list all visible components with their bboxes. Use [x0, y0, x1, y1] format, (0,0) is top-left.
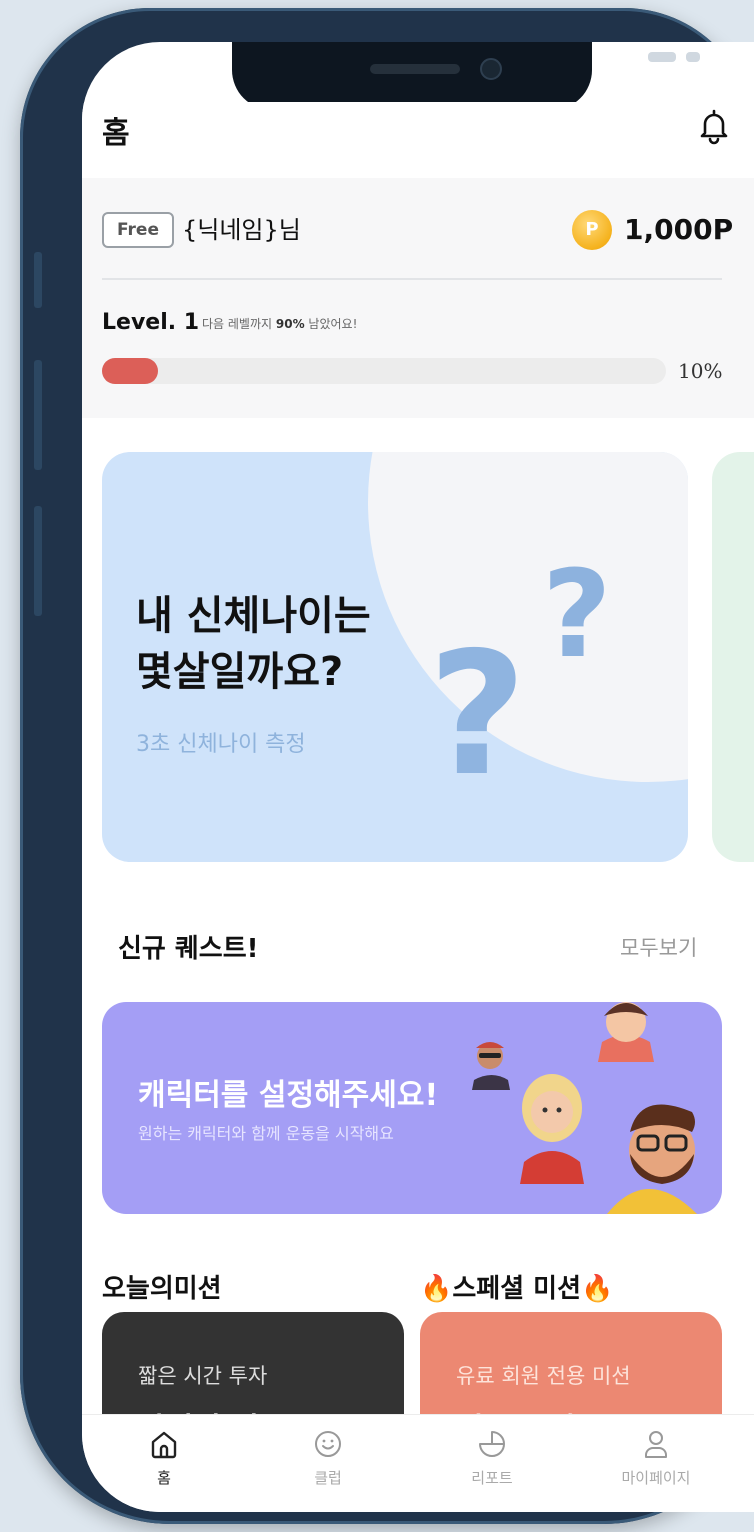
mission-subtitle: 짧은 시간 투자 — [138, 1364, 268, 1388]
mission-subtitle: 유료 회원 전용 미션 — [456, 1364, 631, 1388]
profile-panel: Free {닉네임}님 P 1,000P Level. 1 다음 레벨까지 90… — [82, 178, 754, 418]
mute-switch — [34, 252, 42, 308]
bell-icon[interactable] — [694, 106, 734, 146]
phone-frame: 홈 Free {닉네임}님 P 1,000P Level. 1 다음 레벨까지 … — [20, 8, 754, 1524]
body-age-banner[interactable]: ? ? 내 신체나이는 몇살일까요? 3초 신체나이 측정 — [102, 452, 688, 862]
next-banner-peek[interactable] — [712, 452, 754, 862]
level-progress-percent: 10% — [678, 359, 723, 383]
level-label: Level. 1 — [102, 310, 200, 335]
home-icon — [151, 1431, 177, 1459]
question-mark-small-icon: ? — [542, 546, 612, 685]
today-mission-title: 오늘의미션 — [102, 1274, 222, 1304]
divider — [102, 278, 722, 280]
point-balance[interactable]: 1,000P — [624, 210, 733, 250]
special-mission-title: 🔥스페셜 미션🔥 — [420, 1274, 614, 1304]
bottom-tab-bar: 홈 클럽 리포트 마이페이지 — [82, 1414, 754, 1512]
smile-icon — [315, 1431, 341, 1457]
coin-icon: P — [572, 210, 612, 250]
tab-label: 마이페이지 — [621, 1469, 691, 1487]
see-all-link[interactable]: 모두보기 — [620, 932, 697, 962]
avatar-icon — [607, 1104, 697, 1214]
app-header: 홈 — [82, 102, 754, 178]
tab-label: 리포트 — [471, 1469, 513, 1487]
pie-chart-icon — [479, 1431, 505, 1457]
status-bar-icons — [648, 52, 700, 62]
camera-notch — [232, 42, 592, 110]
avatar-icon — [520, 1074, 584, 1184]
tab-mypage[interactable]: 마이페이지 — [596, 1427, 716, 1488]
page-title: 홈 — [102, 116, 130, 151]
quest-title: 캐릭터를 설정해주세요! — [138, 1078, 439, 1113]
tab-label: 홈 — [157, 1469, 171, 1487]
level-message: 다음 레벨까지 90% 남았어요! — [202, 317, 358, 331]
quest-subtitle: 원하는 캐릭터와 함께 운동을 시작해요 — [138, 1124, 394, 1143]
level-progress-bar — [102, 358, 666, 384]
banner-subtitle: 3초 신체나이 측정 — [136, 732, 306, 757]
tab-report[interactable]: 리포트 — [432, 1427, 552, 1488]
tab-club[interactable]: 클럽 — [268, 1427, 388, 1488]
volume-up-button — [34, 360, 42, 470]
banner-background-shape — [368, 452, 688, 782]
avatar-icon — [472, 1042, 510, 1090]
quest-section-title: 신규 퀘스트! — [118, 934, 259, 964]
question-mark-large-icon: ? — [428, 616, 527, 814]
nickname: {닉네임}님 — [182, 216, 301, 244]
tab-label: 클럽 — [314, 1469, 342, 1487]
level-progress-fill — [102, 358, 159, 384]
volume-down-button — [34, 506, 42, 616]
avatar-icon — [598, 1002, 654, 1062]
character-quest-card[interactable]: 캐릭터를 설정해주세요! 원하는 캐릭터와 함께 운동을 시작해요 — [102, 1002, 722, 1214]
tab-home[interactable]: 홈 — [104, 1427, 224, 1488]
membership-badge: Free — [102, 212, 174, 248]
banner-title: 내 신체나이는 몇살일까요? — [136, 593, 371, 695]
app-screen: 홈 Free {닉네임}님 P 1,000P Level. 1 다음 레벨까지 … — [82, 42, 754, 1512]
person-icon — [645, 1431, 667, 1458]
